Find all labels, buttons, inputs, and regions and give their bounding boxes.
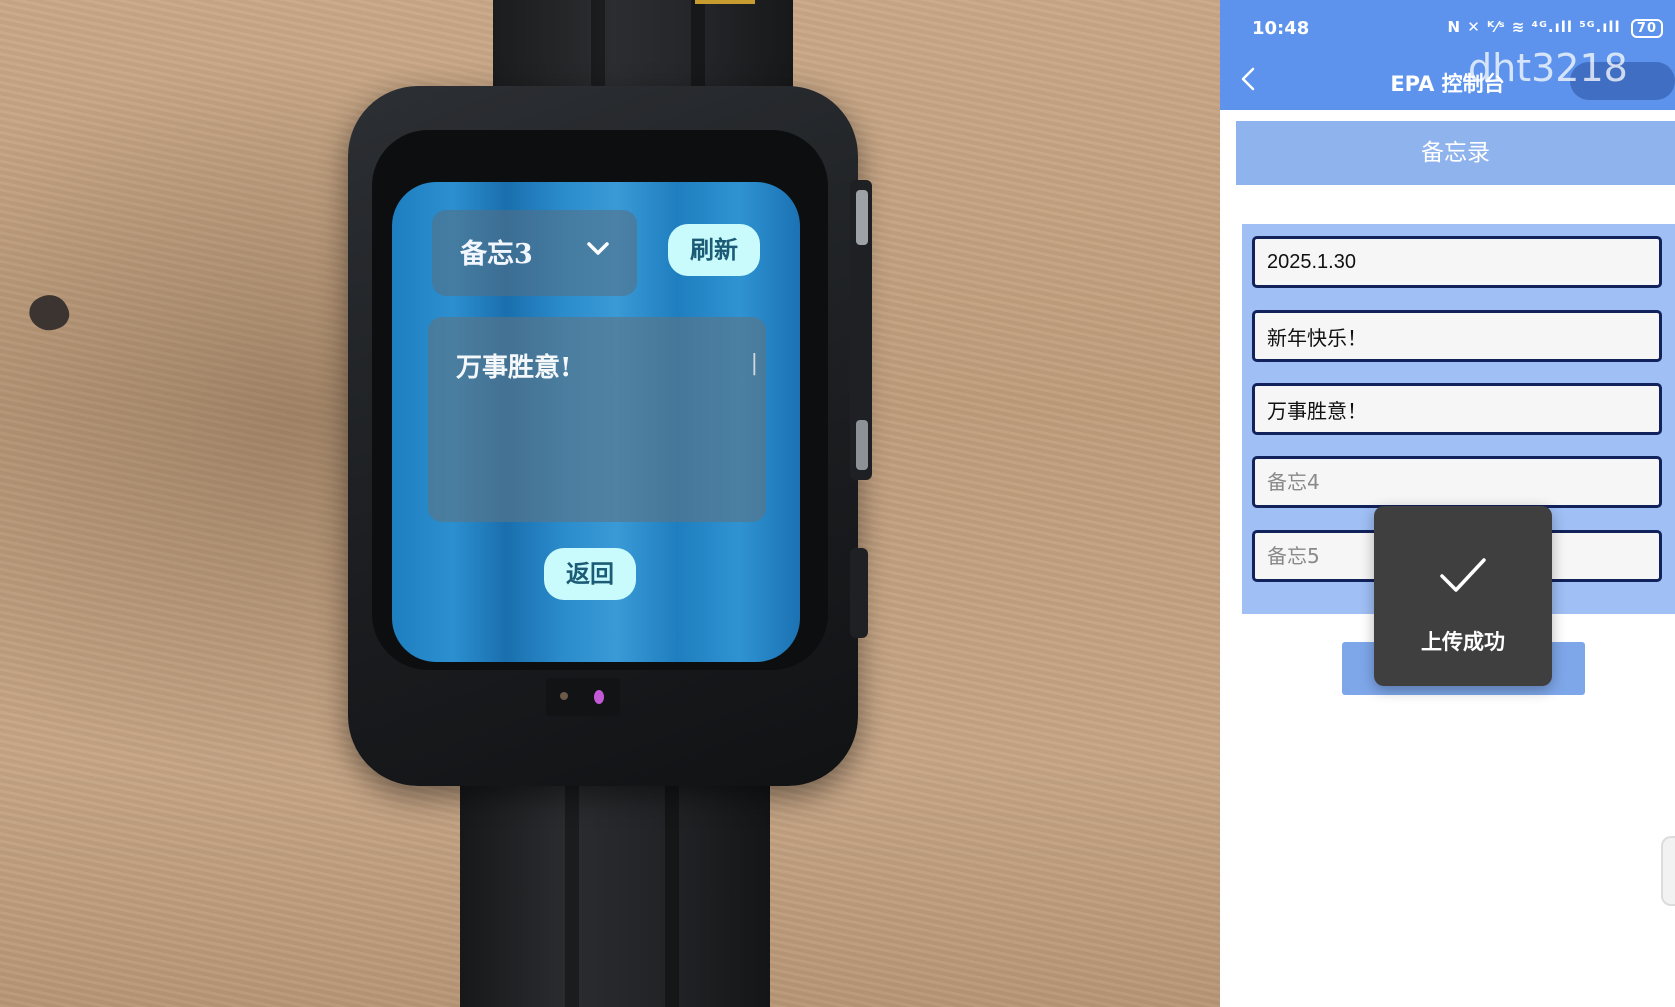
toast-message: 上传成功	[1421, 630, 1505, 654]
memo-field-1[interactable]	[1252, 236, 1662, 288]
memo-field-3[interactable]	[1252, 383, 1662, 435]
back-button[interactable]: 返回	[544, 548, 636, 600]
checkmark-icon	[1440, 558, 1486, 592]
text-cursor-icon: |	[750, 351, 758, 376]
memo-select-dropdown[interactable]: 备忘3	[432, 210, 637, 296]
section-title: 备忘录	[1236, 121, 1675, 185]
watch-side-button-lower	[850, 548, 868, 638]
phone-app: 10:48 N ✕ ᴷ⁄ˢ ≋ ⁴ᴳ.ıll ⁵ᴳ.ıll 70 EPA 控制台…	[1220, 0, 1675, 1007]
status-indicators: N ✕ ᴷ⁄ˢ ≋ ⁴ᴳ.ıll ⁵ᴳ.ıll	[1447, 18, 1621, 36]
success-toast: 上传成功	[1374, 506, 1552, 686]
battery-icon: 70	[1630, 19, 1663, 38]
memo-select-value: 备忘3	[460, 239, 533, 270]
strap-accent	[695, 0, 755, 4]
refresh-button[interactable]: 刷新	[668, 224, 760, 276]
watch-screen: 备忘3 刷新 万事胜意! | 返回	[392, 182, 800, 662]
app-header: 10:48 N ✕ ᴷ⁄ˢ ≋ ⁴ᴳ.ıll ⁵ᴳ.ıll 70 EPA 控制台…	[1220, 0, 1675, 110]
table-stain	[24, 288, 74, 338]
watermark: dht3218	[1468, 46, 1628, 90]
memo-textarea-content: 万事胜意!	[456, 353, 572, 383]
memo-textarea[interactable]: 万事胜意! |	[428, 317, 766, 522]
chevron-down-icon	[587, 242, 609, 255]
watch-photo: 备忘3 刷新 万事胜意! | 返回	[0, 0, 1220, 1007]
watch-sensor	[546, 678, 620, 716]
memo-field-4[interactable]: 备忘4	[1252, 456, 1662, 508]
edge-panel-handle[interactable]	[1661, 836, 1675, 906]
status-time: 10:48	[1252, 18, 1310, 39]
memo-field-2[interactable]	[1252, 310, 1662, 362]
watch-side-buttons	[850, 180, 872, 480]
status-icons: N ✕ ᴷ⁄ˢ ≋ ⁴ᴳ.ıll ⁵ᴳ.ıll 70	[1447, 18, 1663, 38]
